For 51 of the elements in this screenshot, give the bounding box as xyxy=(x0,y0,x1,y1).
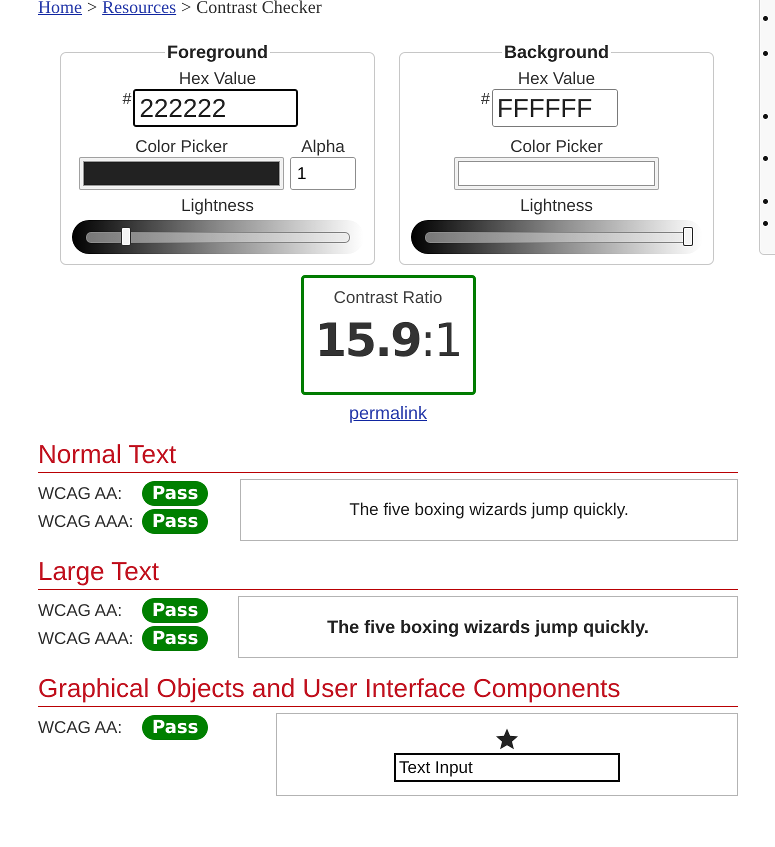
wcag-level-label: WCAG AA: xyxy=(38,484,124,504)
sample-text: The five boxing wizards jump quickly. xyxy=(327,616,649,638)
slider-thumb[interactable] xyxy=(682,226,692,246)
hash-sign: # xyxy=(122,91,132,109)
breadcrumb-link[interactable]: Resources xyxy=(102,0,176,16)
breadcrumb-separator: > xyxy=(87,0,98,16)
bullet-icon xyxy=(763,16,768,21)
lightness-slider[interactable] xyxy=(72,220,364,254)
panel-title: Foreground xyxy=(166,42,269,63)
result-badge: Pass xyxy=(142,715,208,740)
hex-input[interactable]: FFFFFF xyxy=(492,89,618,127)
breadcrumb-current: Contrast Checker xyxy=(196,0,322,16)
result-badge: Pass xyxy=(142,509,208,534)
contrast-ratio-label: Contrast Ratio xyxy=(334,288,442,308)
result-badge: Pass xyxy=(142,626,208,651)
lightness-label: Lightness xyxy=(520,196,593,216)
hash-sign: # xyxy=(481,91,490,109)
wcag-level-label: WCAG AA: xyxy=(38,600,124,620)
lightness-slider[interactable] xyxy=(410,220,702,254)
hex-value-label: Hex Value xyxy=(178,69,256,89)
bullet-icon xyxy=(763,156,768,161)
color-picker-label: Color Picker xyxy=(510,137,603,157)
color-picker[interactable] xyxy=(79,157,284,190)
alpha-input[interactable]: 1 xyxy=(290,157,356,190)
breadcrumb-separator: > xyxy=(181,0,192,16)
sample-text: The five boxing wizards jump quickly. xyxy=(349,500,629,520)
alpha-label: Alpha xyxy=(301,137,345,157)
section-heading: Normal Text xyxy=(38,438,738,473)
text-input[interactable]: Text Input xyxy=(394,753,620,782)
bullet-icon xyxy=(763,199,768,204)
bullet-icon xyxy=(763,221,768,226)
bullet-icon xyxy=(763,51,768,56)
result-badge: Pass xyxy=(142,598,208,623)
hex-value-label: Hex Value xyxy=(518,69,596,89)
wcag-level-label: WCAG AAA: xyxy=(38,512,134,532)
section-heading: Graphical Objects and User Interface Components xyxy=(38,672,738,707)
slider-thumb[interactable] xyxy=(120,226,131,246)
bullet-icon xyxy=(763,114,768,119)
panel-title: Background xyxy=(502,42,610,63)
permalink-link[interactable]: permalink xyxy=(348,403,428,424)
section-heading: Large Text xyxy=(38,555,738,590)
star-icon xyxy=(495,727,519,751)
wcag-level-label: WCAG AAA: xyxy=(38,628,134,648)
color-picker-label: Color Picker xyxy=(135,137,228,157)
color-picker[interactable] xyxy=(454,157,659,190)
lightness-label: Lightness xyxy=(181,196,254,216)
contrast-ratio-value: 15.9:1 xyxy=(314,312,462,369)
hex-input[interactable]: 222222 xyxy=(133,89,298,127)
breadcrumb-link[interactable]: Home xyxy=(38,0,82,16)
wcag-level-label: WCAG AA: xyxy=(38,718,124,738)
result-badge: Pass xyxy=(142,481,208,506)
